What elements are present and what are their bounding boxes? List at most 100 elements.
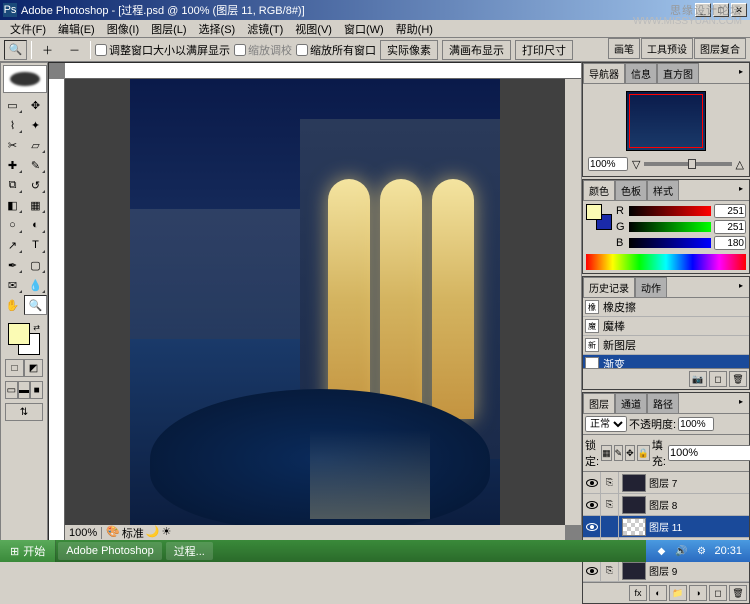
tool-lasso[interactable]: ⌇ <box>1 115 24 135</box>
menu-filter[interactable]: 滤镜(T) <box>241 21 289 37</box>
layer-row[interactable]: ⎘图层 7 <box>583 472 749 494</box>
doctab-layercomps[interactable]: 图层复合 <box>694 38 746 59</box>
menu-image[interactable]: 图像(I) <box>101 21 145 37</box>
ruler-horizontal[interactable] <box>65 63 581 79</box>
layer-thumbnail[interactable] <box>622 474 646 492</box>
maximize-button[interactable]: □ <box>713 3 729 17</box>
tool-wand[interactable]: ✦ <box>24 115 47 135</box>
blend-mode-select[interactable]: 正常 <box>585 416 627 432</box>
task-doc[interactable]: 过程... <box>166 542 213 560</box>
task-app[interactable]: Adobe Photoshop <box>58 542 161 560</box>
layer-thumbnail[interactable] <box>622 496 646 514</box>
zoom-in-icon[interactable]: ＋ <box>36 40 59 60</box>
tool-zoom[interactable]: 🔍 <box>24 295 47 315</box>
opt-zoom-scrub[interactable]: 缩放调校 <box>234 42 292 58</box>
layer-folder-icon[interactable]: 📁 <box>669 585 687 601</box>
color-swatches[interactable]: ⇄ <box>8 323 40 355</box>
panel-menu-icon[interactable]: ▸ <box>735 182 747 194</box>
screenmode-full[interactable]: ■ <box>30 381 43 399</box>
history-new-icon[interactable]: ◻ <box>709 371 727 387</box>
lock-pixels-icon[interactable]: ✎ <box>614 445 624 461</box>
layer-link-icon[interactable]: ⎘ <box>601 560 619 581</box>
history-delete-icon[interactable]: 🗑 <box>729 371 747 387</box>
layer-link-icon[interactable]: ⎘ <box>601 472 619 493</box>
scrollbar-horizontal[interactable]: 100% 🎨 标准 🌙 ☀ <box>65 525 565 541</box>
layer-link-icon[interactable]: ⎘ <box>601 494 619 515</box>
start-button[interactable]: ⊞ 开始 <box>0 540 56 562</box>
tool-stamp[interactable]: ⧉ <box>1 175 24 195</box>
tool-slice[interactable]: ▱ <box>24 135 47 155</box>
btn-print-size[interactable]: 打印尺寸 <box>515 40 573 60</box>
tool-blur[interactable]: ○ <box>1 215 24 235</box>
b-slider[interactable] <box>629 238 711 248</box>
tool-pen[interactable]: ✒ <box>1 255 24 275</box>
system-tray[interactable]: ◆ 🔊 ⚙ 20:31 <box>646 540 750 562</box>
tab-color[interactable]: 颜色 <box>583 180 615 200</box>
menu-help[interactable]: 帮助(H) <box>390 21 439 37</box>
tool-hand[interactable]: ✋ <box>1 295 24 315</box>
tab-info[interactable]: 信息 <box>625 63 657 83</box>
layer-adjust-icon[interactable]: ◑ <box>689 585 707 601</box>
layer-row[interactable]: ⎘图层 9 <box>583 560 749 582</box>
navigator-zoom-input[interactable] <box>588 157 628 171</box>
menu-select[interactable]: 选择(S) <box>193 21 242 37</box>
layer-visibility-icon[interactable] <box>583 494 601 515</box>
tray-icon-1[interactable]: ◆ <box>654 544 668 558</box>
layer-thumbnail[interactable] <box>622 562 646 580</box>
lock-transparent-icon[interactable]: ▦ <box>601 445 612 461</box>
zoom-out-small-icon[interactable]: ▽ <box>632 158 640 171</box>
history-item[interactable]: 魔魔棒 <box>583 317 749 336</box>
current-tool-icon[interactable]: 🔍 <box>4 40 27 60</box>
tool-move[interactable]: ✥ <box>24 95 47 115</box>
jump-imageready[interactable]: ⇅ <box>5 403 43 421</box>
doctab-brushes[interactable]: 画笔 <box>608 38 640 59</box>
zoom-level[interactable]: 100% <box>65 527 102 539</box>
tool-notes[interactable]: ✉ <box>1 275 24 295</box>
g-slider[interactable] <box>629 222 711 232</box>
layer-new-icon[interactable]: ◻ <box>709 585 727 601</box>
layer-row[interactable]: ⎘图层 8 <box>583 494 749 516</box>
tool-crop[interactable]: ✂ <box>1 135 24 155</box>
layer-visibility-icon[interactable] <box>583 560 601 581</box>
panel-menu-icon[interactable]: ▸ <box>735 395 747 407</box>
opacity-input[interactable] <box>678 417 714 431</box>
btn-actual-pixels[interactable]: 实际像素 <box>380 40 438 60</box>
close-button[interactable]: ✕ <box>731 3 747 17</box>
b-input[interactable] <box>714 236 746 250</box>
fill-input[interactable] <box>668 445 750 461</box>
tray-icon-2[interactable]: 🔊 <box>674 544 688 558</box>
lock-position-icon[interactable]: ✥ <box>625 445 635 461</box>
layer-fx-icon[interactable]: fx <box>629 585 647 601</box>
zoom-in-small-icon[interactable]: △ <box>736 158 744 171</box>
tool-shape[interactable]: ▢ <box>24 255 47 275</box>
swap-colors-icon[interactable]: ⇄ <box>33 323 40 332</box>
ruler-vertical[interactable] <box>49 79 65 541</box>
history-snapshot-icon[interactable]: 📷 <box>689 371 707 387</box>
tool-eraser[interactable]: ◧ <box>1 195 24 215</box>
opt-fit-window[interactable]: 调整窗口大小以满屏显示 <box>95 42 230 58</box>
tool-eyedrop[interactable]: 💧 <box>24 275 47 295</box>
screenmode-fullmenu[interactable]: ▬ <box>18 381 31 399</box>
tool-heal[interactable]: ✚ <box>1 155 24 175</box>
brush-preview[interactable] <box>3 65 47 93</box>
edit-standard-mode[interactable]: □ <box>5 359 24 377</box>
panel-menu-icon[interactable]: ▸ <box>735 65 747 77</box>
zoom-out-icon[interactable]: － <box>63 40 86 60</box>
history-item[interactable]: 新新图层 <box>583 336 749 355</box>
lock-all-icon[interactable]: 🔒 <box>637 445 650 461</box>
tool-path[interactable]: ↗ <box>1 235 24 255</box>
btn-fit-screen[interactable]: 满画布显示 <box>442 40 511 60</box>
tool-dodge[interactable]: ◐ <box>24 215 47 235</box>
r-slider[interactable] <box>629 206 711 216</box>
tab-paths[interactable]: 路径 <box>647 393 679 413</box>
navigator-zoom-slider[interactable] <box>644 162 731 166</box>
tool-type[interactable]: T <box>24 235 47 255</box>
tray-icon-3[interactable]: ⚙ <box>694 544 708 558</box>
layer-visibility-icon[interactable] <box>583 472 601 493</box>
tool-brush[interactable]: ✎ <box>24 155 47 175</box>
color-spectrum[interactable] <box>586 254 746 270</box>
tab-actions[interactable]: 动作 <box>635 277 667 297</box>
layer-row[interactable]: 图层 11 <box>583 516 749 538</box>
mode-sun-icon[interactable]: ☀ <box>162 525 172 541</box>
edit-quickmask-mode[interactable]: ◩ <box>24 359 43 377</box>
